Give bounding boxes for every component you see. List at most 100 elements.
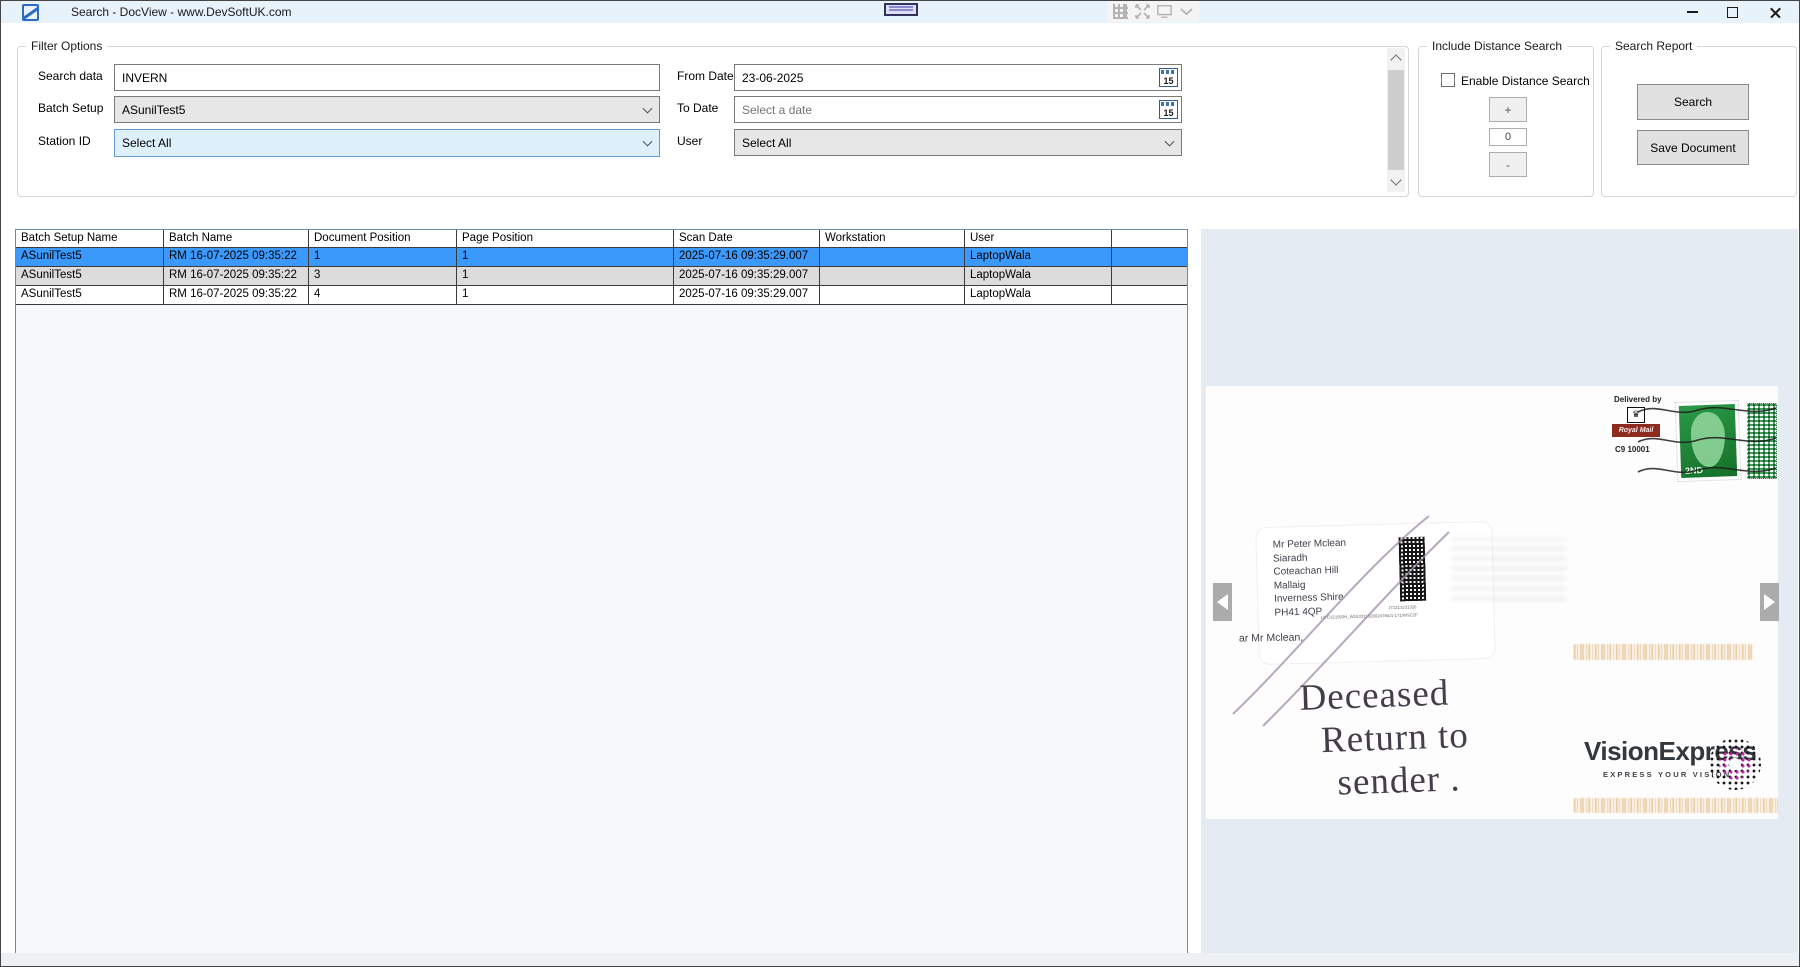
- distance-decrease-button[interactable]: -: [1489, 152, 1527, 177]
- scanned-envelope-image: Delivered by ♛ Royal Mail C9 10001 2ND: [1206, 386, 1778, 819]
- distance-increase-button[interactable]: +: [1489, 97, 1527, 122]
- cell-workstation[interactable]: [820, 267, 965, 285]
- search-button[interactable]: Search: [1637, 84, 1749, 120]
- minimize-icon: [1687, 11, 1698, 13]
- column-header[interactable]: Batch Name: [164, 230, 309, 247]
- filter-options-title: Filter Options: [26, 39, 107, 53]
- column-header[interactable]: Batch Setup Name: [16, 230, 164, 247]
- calendar-icon[interactable]: 15: [1159, 100, 1178, 119]
- filter-options-group: Filter Options Search data Batch Setup A…: [17, 46, 1409, 197]
- to-date-input[interactable]: [735, 97, 1155, 122]
- column-header[interactable]: Document Position: [309, 230, 457, 247]
- calendar-icon[interactable]: 15: [1159, 68, 1178, 87]
- cell-scan-date[interactable]: 2025-07-16 09:35:29.007: [674, 286, 820, 304]
- enable-distance-label: Enable Distance Search: [1461, 74, 1590, 88]
- table-row[interactable]: ASunilTest5 RM 16-07-2025 09:35:22 1 1 2…: [16, 248, 1187, 267]
- cell-workstation[interactable]: [820, 286, 965, 304]
- results-grid: Batch Setup Name Batch Name Document Pos…: [15, 229, 1188, 955]
- orange-frank-mark: [1574, 644, 1752, 660]
- titlebar-toolbar: [1107, 1, 1199, 22]
- monitor-icon[interactable]: [1157, 4, 1172, 19]
- table-row[interactable]: ASunilTest5 RM 16-07-2025 09:35:22 4 1 2…: [16, 286, 1187, 305]
- cell-user[interactable]: LaptopWala: [965, 248, 1112, 266]
- handwritten-note: Deceased Return to sender .: [1292, 671, 1471, 806]
- distance-search-title: Include Distance Search: [1427, 39, 1567, 53]
- title-bar[interactable]: Search - DocView - www.DevSoftUK.com: [1, 1, 1799, 23]
- station-id-dropdown[interactable]: Select All: [114, 129, 660, 157]
- previous-page-button[interactable]: [1213, 583, 1232, 621]
- cell-document-position[interactable]: 3: [309, 267, 457, 285]
- grid-header-row: Batch Setup Name Batch Name Document Pos…: [16, 230, 1187, 248]
- to-date-label: To Date: [677, 101, 718, 115]
- close-button[interactable]: [1755, 1, 1795, 23]
- chevron-down-icon: [643, 103, 653, 113]
- save-document-button[interactable]: Save Document: [1637, 130, 1749, 165]
- resize-fit-icon[interactable]: [1135, 4, 1150, 19]
- chevron-down-icon: [1165, 136, 1175, 146]
- app-icon: [22, 4, 39, 21]
- table-row[interactable]: ASunilTest5 RM 16-07-2025 09:35:22 3 1 2…: [16, 267, 1187, 286]
- next-page-button[interactable]: [1760, 583, 1779, 621]
- from-date-input[interactable]: [735, 65, 1155, 90]
- search-report-group: Search Report Search Save Document: [1601, 46, 1797, 197]
- search-report-title: Search Report: [1610, 39, 1697, 53]
- search-data-label: Search data: [38, 69, 103, 83]
- title-grip-widget[interactable]: [884, 3, 918, 16]
- from-date-label: From Date: [677, 69, 734, 83]
- search-data-input[interactable]: [114, 64, 660, 91]
- scroll-up-icon[interactable]: [1390, 54, 1401, 65]
- cell-document-position[interactable]: 4: [309, 286, 457, 304]
- batch-setup-label: Batch Setup: [38, 101, 103, 115]
- column-header[interactable]: Page Position: [457, 230, 674, 247]
- window-bottom-edge: [1, 953, 1799, 966]
- cell-user[interactable]: LaptopWala: [965, 286, 1112, 304]
- cell-batch-setup-name[interactable]: ASunilTest5: [16, 248, 164, 266]
- filter-scrollbar[interactable]: [1387, 48, 1405, 192]
- cell-batch-name[interactable]: RM 16-07-2025 09:35:22: [164, 286, 309, 304]
- user-value: Select All: [742, 136, 791, 150]
- cell-batch-setup-name[interactable]: ASunilTest5: [16, 286, 164, 304]
- orange-frank-mark: [1574, 798, 1778, 813]
- user-dropdown[interactable]: Select All: [734, 129, 1182, 156]
- cell-document-position[interactable]: 1: [309, 248, 457, 266]
- chevron-down-icon: [643, 137, 653, 147]
- column-header[interactable]: Scan Date: [674, 230, 820, 247]
- app-window: Search - DocView - www.DevSoftUK.com Fil: [0, 0, 1800, 967]
- distance-search-group: Include Distance Search Enable Distance …: [1418, 46, 1594, 197]
- station-id-label: Station ID: [38, 134, 91, 148]
- cell-user[interactable]: LaptopWala: [965, 267, 1112, 285]
- column-header[interactable]: Workstation: [820, 230, 965, 247]
- cell-workstation[interactable]: [820, 248, 965, 266]
- arrow-left-icon: [1217, 594, 1228, 610]
- batch-setup-value: ASunilTest5: [122, 103, 185, 117]
- brand-iris-logo: [1709, 738, 1761, 790]
- cell-page-position[interactable]: 1: [457, 248, 674, 266]
- window-title: Search - DocView - www.DevSoftUK.com: [71, 5, 292, 19]
- chevron-down-icon[interactable]: [1179, 4, 1194, 19]
- to-date-picker[interactable]: 15: [734, 96, 1182, 123]
- minimize-button[interactable]: [1675, 1, 1709, 23]
- arrow-right-icon: [1764, 594, 1775, 610]
- restore-button[interactable]: [1715, 1, 1749, 23]
- distance-value-field[interactable]: 0: [1489, 128, 1527, 146]
- cell-scan-date[interactable]: 2025-07-16 09:35:29.007: [674, 248, 820, 266]
- scroll-down-icon[interactable]: [1390, 174, 1401, 185]
- cell-scan-date[interactable]: 2025-07-16 09:35:29.007: [674, 267, 820, 285]
- restore-icon: [1727, 7, 1738, 18]
- cell-batch-name[interactable]: RM 16-07-2025 09:35:22: [164, 267, 309, 285]
- cell-page-position[interactable]: 1: [457, 267, 674, 285]
- scrollbar-thumb[interactable]: [1388, 70, 1404, 170]
- cell-page-position[interactable]: 1: [457, 286, 674, 304]
- column-header[interactable]: User: [965, 230, 1112, 247]
- station-id-value: Select All: [122, 136, 171, 150]
- from-date-picker[interactable]: 15: [734, 64, 1182, 91]
- user-label: User: [677, 134, 702, 148]
- cell-batch-setup-name[interactable]: ASunilTest5: [16, 267, 164, 285]
- close-icon: [1769, 6, 1782, 19]
- cell-batch-name[interactable]: RM 16-07-2025 09:35:22: [164, 248, 309, 266]
- cancellation-wavy-lines: [1636, 396, 1778, 484]
- batch-setup-dropdown[interactable]: ASunilTest5: [114, 96, 660, 123]
- document-preview-panel: Delivered by ♛ Royal Mail C9 10001 2ND: [1201, 229, 1798, 955]
- grid-view-icon[interactable]: [1113, 4, 1128, 19]
- enable-distance-checkbox[interactable]: [1441, 73, 1455, 87]
